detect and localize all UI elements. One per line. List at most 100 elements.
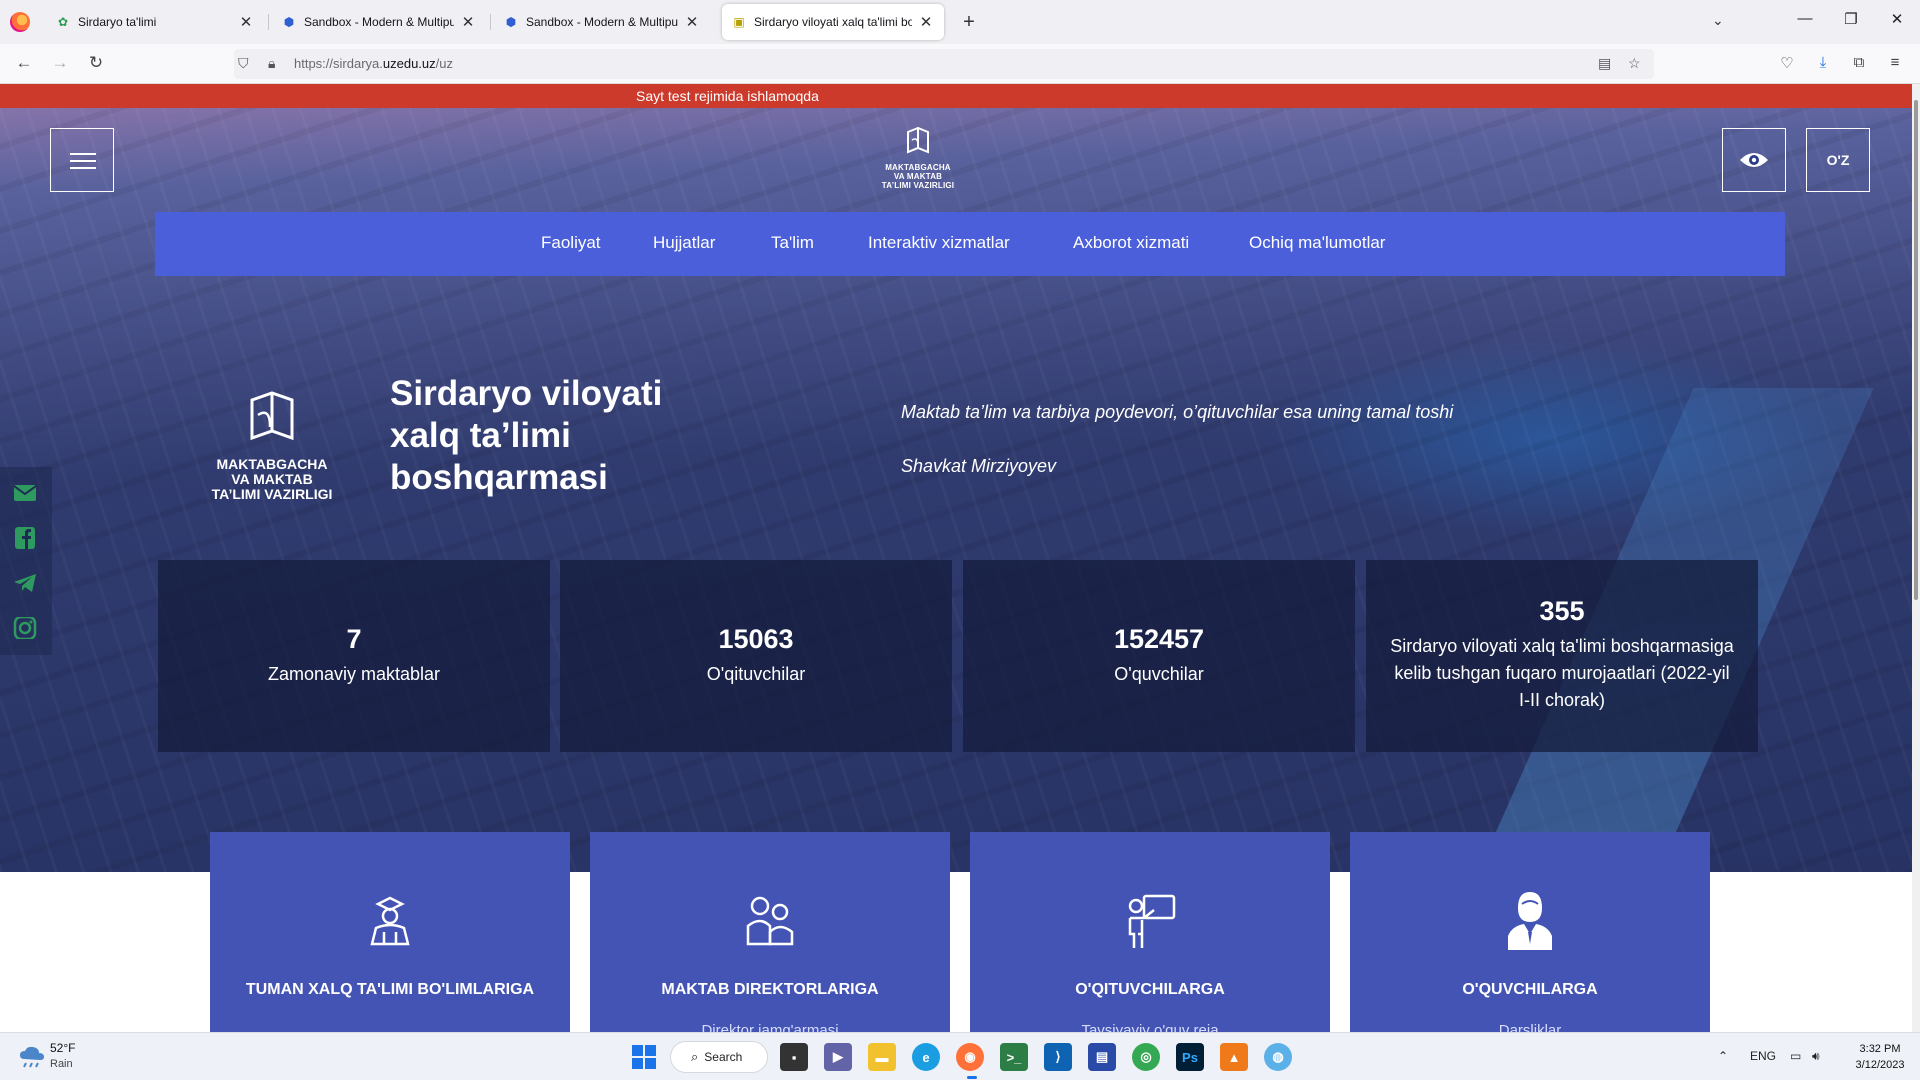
- extensions-icon[interactable]: ⧉: [1848, 54, 1870, 71]
- stat-value: 152457: [1113, 624, 1205, 654]
- parents-icon: [746, 896, 794, 946]
- download-icon[interactable]: ⤓: [1812, 54, 1834, 71]
- telegram-icon[interactable]: [13, 572, 37, 594]
- hero-quote: Maktab ta’lim va tarbiya poydevori, o’qi…: [901, 402, 1454, 422]
- save-disk-icon[interactable]: ▤: [1088, 1043, 1116, 1071]
- network-icon[interactable]: ▭: [1790, 1049, 1801, 1063]
- restore-icon[interactable]: ❐: [1828, 10, 1874, 28]
- reader-view-icon[interactable]: ▤: [1598, 55, 1611, 72]
- stat-label: Zamonaviy maktablar: [267, 664, 441, 684]
- back-icon[interactable]: ←: [12, 53, 36, 73]
- accessibility-view-button[interactable]: [1722, 128, 1786, 192]
- card-title: TUMAN XALQ TA'LIMI BO'LIMLARIGA: [245, 981, 535, 998]
- logo-caption: MAKTABGACHA VA MAKTAB TA’LIMI VAZIRLIGI: [211, 456, 333, 502]
- globe-app-icon[interactable]: ◍: [1264, 1043, 1292, 1071]
- minimize-icon[interactable]: —: [1782, 10, 1828, 27]
- firefox-taskbar-icon[interactable]: ◉: [956, 1043, 984, 1071]
- close-tab-icon[interactable]: ✕: [238, 13, 254, 31]
- nav-item-talim[interactable]: Ta'lim: [771, 233, 814, 253]
- hero-title: Sirdaryo viloyati xalq ta’limi boshqarma…: [390, 374, 663, 497]
- active-app-indicator: [967, 1076, 977, 1079]
- app-menu-icon[interactable]: ≡: [1884, 54, 1906, 71]
- task-view-icon[interactable]: ▪: [780, 1043, 808, 1071]
- search-icon: ⌕: [691, 1049, 699, 1064]
- chrome-icon[interactable]: ◎: [1132, 1043, 1160, 1071]
- card-school-directors[interactable]: MAKTAB DIREKTORLARIGA Direktor jamg'arma…: [590, 832, 950, 1039]
- terminal-icon[interactable]: >_: [1000, 1043, 1028, 1071]
- browser-tab-4-active[interactable]: ▣ Sirdaryo viloyati xalq ta'limi bo ✕: [722, 4, 944, 40]
- browser-tab-3[interactable]: ⬢ Sandbox - Modern & Multipurp ✕: [494, 4, 710, 40]
- browser-tab-1[interactable]: ✿ Sirdaryo ta'limi ✕: [46, 4, 264, 40]
- teams-chat-icon[interactable]: ▶: [824, 1043, 852, 1071]
- stat-value: 15063: [718, 624, 794, 654]
- main-navigation: Faoliyat Hujjatlar Ta'lim Interaktiv xiz…: [155, 212, 1785, 276]
- pocket-icon[interactable]: ♡: [1776, 54, 1798, 72]
- windows-taskbar: 52°F Rain ⌕ Search ▪ ▶ ▬ e ◉ >_ ⟩ ▤ ◎ Ps…: [0, 1032, 1920, 1080]
- nav-item-interaktiv-xizmatlar[interactable]: Interaktiv xizmatlar: [868, 233, 1010, 253]
- show-hidden-icons-icon[interactable]: ⌃: [1718, 1049, 1728, 1063]
- windows-start-icon[interactable]: [630, 1043, 658, 1071]
- email-icon[interactable]: [13, 482, 37, 504]
- close-tab-icon[interactable]: ✕: [684, 13, 700, 31]
- lock-icon[interactable]: 🔒︎: [268, 55, 275, 72]
- instagram-icon[interactable]: [13, 617, 37, 639]
- bookmark-star-icon[interactable]: ☆: [1628, 55, 1641, 72]
- system-clock[interactable]: 3:32 PM 3/12/2023: [1850, 1041, 1910, 1073]
- stat-box-schools: 7 Zamonaviy maktablar: [158, 560, 550, 752]
- address-bar[interactable]: ⛉ 🔒︎ https://sirdarya.uzedu.uz/uz ▤ ☆: [234, 49, 1654, 79]
- tab-title: Sirdaryo ta'limi: [78, 15, 157, 29]
- photoshop-icon[interactable]: Ps: [1176, 1043, 1204, 1071]
- input-language[interactable]: ENG: [1750, 1049, 1776, 1063]
- browser-tab-2[interactable]: ⬢ Sandbox - Modern & Multipurp ✕: [272, 4, 486, 40]
- volume-icon[interactable]: 🔊︎: [1812, 1049, 1820, 1064]
- taskbar-search-button[interactable]: ⌕ Search: [670, 1041, 768, 1073]
- stat-value: 7: [346, 624, 362, 654]
- social-links-sidebar: [0, 467, 52, 655]
- nav-item-faoliyat[interactable]: Faoliyat: [541, 233, 601, 253]
- book-logo-icon: [250, 391, 294, 441]
- shield-icon[interactable]: ⛉: [238, 55, 249, 72]
- student-icon: [1508, 892, 1552, 950]
- hexagon-favicon-icon: ⬢: [283, 15, 295, 29]
- new-tab-button[interactable]: +: [955, 8, 983, 36]
- file-explorer-icon[interactable]: ▬: [868, 1043, 896, 1071]
- url-text[interactable]: https://sirdarya.uzedu.uz/uz: [294, 56, 453, 71]
- facebook-icon[interactable]: [13, 527, 37, 549]
- close-window-icon[interactable]: ✕: [1874, 10, 1920, 28]
- card-title: O'QUVCHILARGA: [1462, 981, 1598, 998]
- nav-item-axborot-xizmati[interactable]: Axborot xizmati: [1073, 233, 1189, 253]
- list-all-tabs-icon[interactable]: ⌄: [1712, 12, 1724, 29]
- office-app-icon[interactable]: ▲: [1220, 1043, 1248, 1071]
- banner-text: Sayt test rejimida ishlamoqda: [636, 88, 819, 104]
- stat-label: O'quvchilar: [1114, 664, 1204, 684]
- card-district-departments[interactable]: TUMAN XALQ TA'LIMI BO'LIMLARIGA: [210, 832, 570, 1032]
- card-pupils[interactable]: O'QUVCHILARGA Darsliklar: [1350, 832, 1710, 1039]
- forward-icon[interactable]: →: [48, 53, 72, 73]
- firefox-icon[interactable]: [10, 12, 30, 32]
- reload-icon[interactable]: ↻: [84, 53, 108, 73]
- close-tab-icon[interactable]: ✕: [918, 13, 934, 31]
- ministry-logo-small[interactable]: MAKTABGACHA VA MAKTAB TA’LIMI VAZIRLIGI: [870, 126, 966, 190]
- stat-box-teachers: 15063 O'qituvchilar: [560, 560, 952, 752]
- stat-box-appeals: 355 Sirdaryo viloyati xalq ta'limi boshq…: [1366, 560, 1758, 752]
- logo-caption: MAKTABGACHA VA MAKTAB TA’LIMI VAZIRLIGI: [881, 163, 955, 190]
- hamburger-menu-button[interactable]: [50, 128, 114, 192]
- browser-nav-bar: ← → ↻ ⛉ 🔒︎ https://sirdarya.uzedu.uz/uz …: [0, 44, 1920, 84]
- edge-icon[interactable]: e: [912, 1043, 940, 1071]
- nav-item-ochiq-malumotlar[interactable]: Ochiq ma'lumotlar: [1249, 233, 1385, 253]
- card-teachers[interactable]: O'QITUVCHILARGA Tavsiyaviy o'quv reja: [970, 832, 1330, 1039]
- language-switch-button[interactable]: O'Z: [1806, 128, 1870, 192]
- vscode-icon[interactable]: ⟩: [1044, 1043, 1072, 1071]
- rain-cloud-icon[interactable]: [18, 1045, 46, 1069]
- tab-title: Sandbox - Modern & Multipurp: [526, 15, 678, 29]
- close-tab-icon[interactable]: ✕: [460, 13, 476, 31]
- stat-label: Sirdaryo viloyati xalq ta'limi boshqarma…: [1390, 636, 1734, 710]
- leaf-favicon-icon: ✿: [57, 15, 69, 29]
- nav-item-hujjatlar[interactable]: Hujjatlar: [653, 233, 715, 253]
- stat-label: O'qituvchilar: [706, 664, 806, 684]
- weather-description[interactable]: Rain: [50, 1058, 73, 1070]
- card-title: MAKTAB DIREKTORLARIGA: [661, 981, 879, 998]
- scrollbar-thumb[interactable]: [1914, 100, 1918, 600]
- card-title: O'QITUVCHILARGA: [1075, 981, 1225, 998]
- weather-temperature[interactable]: 52°F: [50, 1041, 75, 1055]
